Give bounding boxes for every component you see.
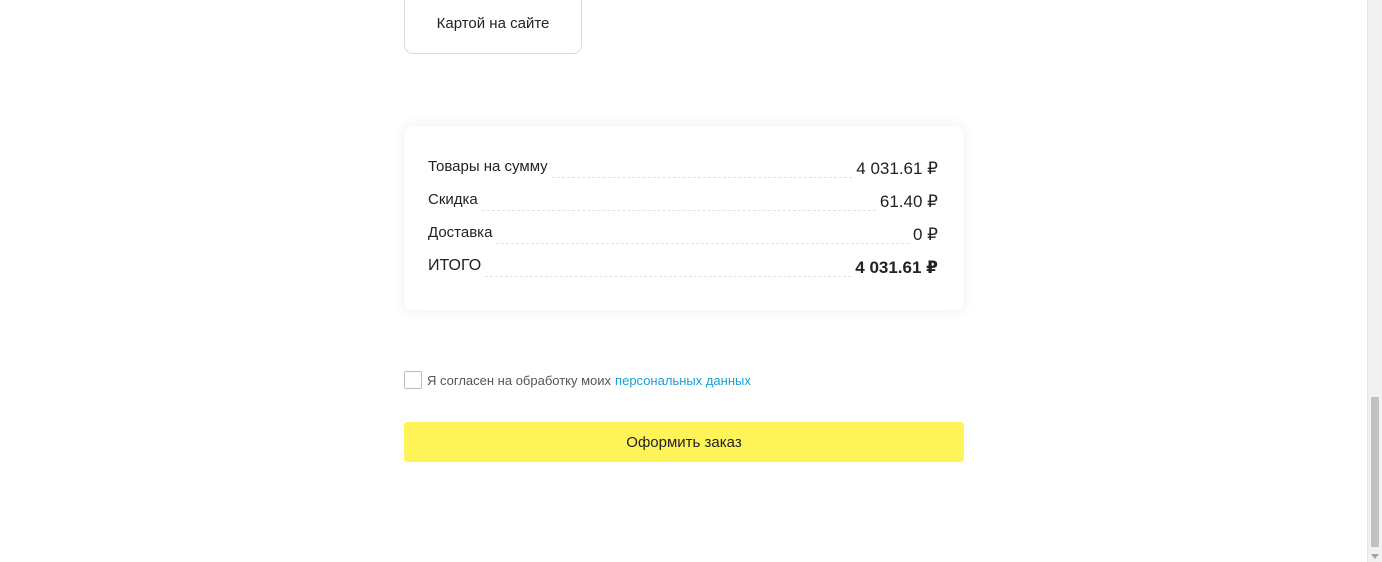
summary-total-label: ИТОГО — [428, 257, 482, 274]
summary-dotted-leader — [485, 275, 852, 277]
order-summary-card: Товары на сумму 4 031.61 ₽ Скидка 61.40 … — [404, 126, 964, 310]
summary-total-value: 4 031.61 ₽ — [855, 258, 938, 277]
scroll-down-arrow-icon[interactable] — [1371, 554, 1379, 559]
payment-option-card-label: Картой на сайте — [436, 15, 550, 32]
summary-delivery-label: Доставка — [428, 224, 493, 241]
summary-row-goods: Товары на сумму 4 031.61 ₽ — [428, 152, 938, 178]
personal-data-link[interactable]: персональных данных — [615, 373, 751, 388]
personal-data-consent: Я согласен на обработку моих персональны… — [404, 370, 751, 390]
place-order-button[interactable]: Оформить заказ — [404, 422, 964, 462]
scrollbar-thumb[interactable] — [1371, 397, 1379, 547]
summary-dotted-leader — [496, 242, 909, 244]
summary-row-total: ИТОГО 4 031.61 ₽ — [428, 251, 938, 277]
payment-option-card[interactable]: Картой на сайте — [404, 0, 582, 54]
summary-dotted-leader — [551, 176, 853, 178]
consent-checkbox[interactable] — [404, 371, 422, 389]
checkout-page: Картой на сайте Товары на сумму 4 031.61… — [0, 0, 1382, 562]
vertical-scrollbar[interactable] — [1367, 0, 1382, 562]
summary-delivery-value: 0 ₽ — [913, 225, 938, 244]
summary-goods-value: 4 031.61 ₽ — [856, 159, 938, 178]
summary-discount-label: Скидка — [428, 191, 478, 208]
summary-dotted-leader — [481, 209, 876, 211]
summary-goods-label: Товары на сумму — [428, 158, 548, 175]
consent-text: Я согласен на обработку моих — [427, 372, 612, 388]
summary-discount-value: 61.40 ₽ — [879, 192, 938, 211]
summary-row-discount: Скидка 61.40 ₽ — [428, 185, 938, 211]
summary-row-delivery: Доставка 0 ₽ — [428, 218, 938, 244]
